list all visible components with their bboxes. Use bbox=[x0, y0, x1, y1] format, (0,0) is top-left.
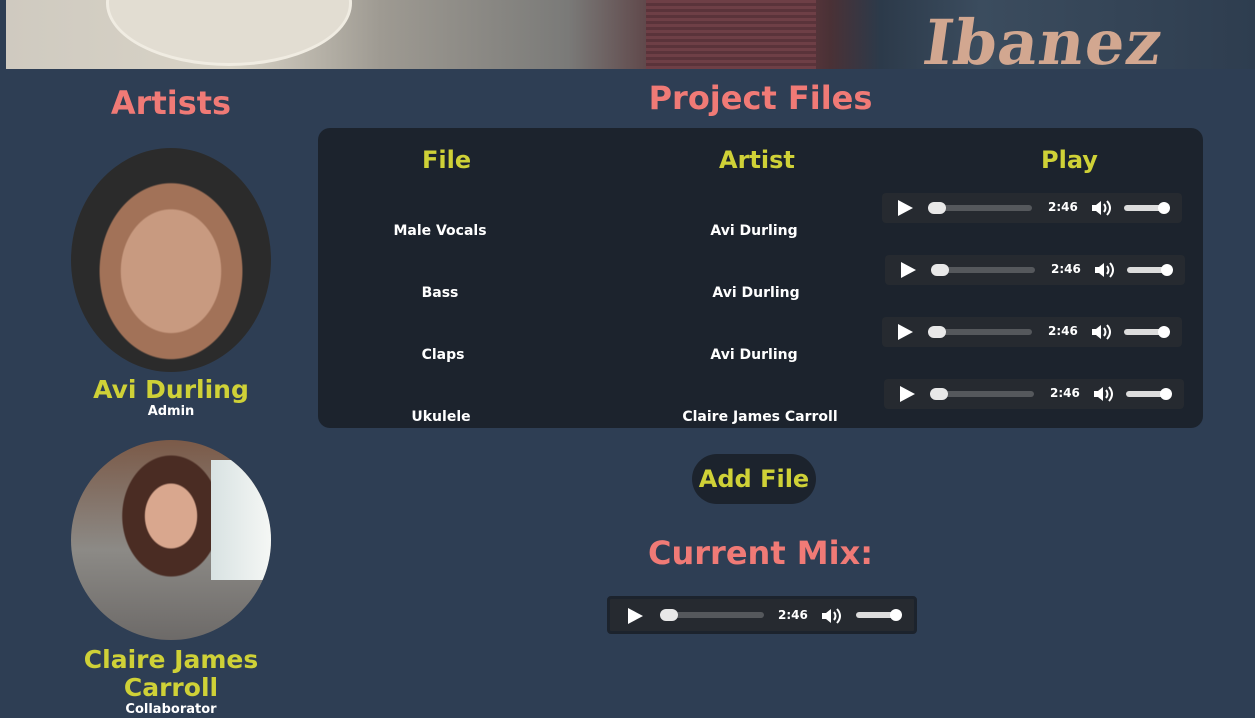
volume-handle[interactable] bbox=[1158, 202, 1170, 214]
seek-bar[interactable] bbox=[928, 326, 1032, 338]
volume-icon[interactable] bbox=[1092, 385, 1114, 403]
seek-handle[interactable] bbox=[928, 326, 946, 338]
seek-bar[interactable] bbox=[928, 202, 1032, 214]
seek-handle[interactable] bbox=[660, 609, 678, 621]
duration-label: 2:46 bbox=[1048, 324, 1078, 338]
file-artist: Avi Durling bbox=[710, 223, 798, 239]
file-name: Bass bbox=[421, 285, 459, 301]
seek-bar[interactable] bbox=[931, 264, 1035, 276]
project-main: Project Files File Artist Play Male Voca… bbox=[318, 78, 1203, 634]
play-icon[interactable] bbox=[898, 324, 913, 340]
audio-player[interactable]: 2:46 bbox=[882, 193, 1182, 223]
volume-handle[interactable] bbox=[1161, 264, 1173, 276]
banner-brand-logo: Ibanez bbox=[918, 6, 1168, 69]
volume-icon[interactable] bbox=[1093, 261, 1115, 279]
current-mix-title: Current Mix: bbox=[648, 534, 873, 572]
play-icon[interactable] bbox=[628, 608, 643, 624]
play-icon[interactable] bbox=[900, 386, 915, 402]
seek-handle[interactable] bbox=[931, 264, 949, 276]
file-artist: Avi Durling bbox=[712, 285, 800, 301]
volume-icon[interactable] bbox=[1090, 323, 1112, 341]
volume-slider[interactable] bbox=[1126, 388, 1172, 400]
project-files-table: File Artist Play Male Vocals Avi Durling… bbox=[318, 128, 1203, 428]
duration-label: 2:46 bbox=[1048, 200, 1078, 214]
banner-guitar-body bbox=[106, 0, 352, 66]
file-name: Ukulele bbox=[411, 409, 471, 425]
avatar bbox=[71, 440, 271, 640]
file-name: Claps bbox=[421, 347, 465, 363]
avatar bbox=[71, 148, 271, 372]
table-row: Claps Avi Durling 2:46 bbox=[318, 317, 1203, 374]
table-row: Male Vocals Avi Durling 2:46 bbox=[318, 193, 1203, 250]
volume-slider[interactable] bbox=[856, 609, 902, 621]
volume-handle[interactable] bbox=[1160, 388, 1172, 400]
current-mix-player[interactable]: 2:46 bbox=[607, 596, 917, 634]
volume-handle[interactable] bbox=[890, 609, 902, 621]
banner-amp-grille bbox=[646, 0, 816, 69]
header-banner-image: Ibanez bbox=[6, 0, 1255, 69]
volume-slider[interactable] bbox=[1124, 202, 1170, 214]
file-name: Male Vocals bbox=[393, 223, 487, 239]
file-artist: Claire James Carroll bbox=[682, 409, 838, 425]
volume-slider[interactable] bbox=[1127, 264, 1173, 276]
seek-bar[interactable] bbox=[930, 388, 1034, 400]
table-row: Bass Avi Durling 2:46 bbox=[318, 255, 1203, 312]
artist-name: Claire James Carroll bbox=[83, 645, 259, 702]
column-header-play: Play bbox=[1041, 146, 1098, 174]
file-artist: Avi Durling bbox=[710, 347, 798, 363]
volume-icon[interactable] bbox=[1090, 199, 1112, 217]
volume-slider[interactable] bbox=[1124, 326, 1170, 338]
play-icon[interactable] bbox=[901, 262, 916, 278]
column-header-artist: Artist bbox=[719, 146, 795, 174]
duration-label: 2:46 bbox=[778, 608, 808, 622]
project-files-title: Project Files bbox=[648, 79, 873, 117]
artists-title: Artists bbox=[110, 84, 232, 122]
artists-sidebar: Artists Avi Durling Admin Claire James C… bbox=[40, 78, 302, 718]
add-file-button[interactable]: Add File bbox=[692, 454, 816, 504]
duration-label: 2:46 bbox=[1050, 386, 1080, 400]
column-header-file: File bbox=[422, 146, 472, 174]
seek-handle[interactable] bbox=[930, 388, 948, 400]
artist-role: Admin bbox=[147, 404, 195, 419]
volume-icon[interactable] bbox=[820, 607, 842, 625]
artist-name: Avi Durling bbox=[93, 375, 249, 404]
volume-handle[interactable] bbox=[1158, 326, 1170, 338]
audio-player[interactable]: 2:46 bbox=[884, 379, 1184, 409]
audio-player[interactable]: 2:46 bbox=[882, 317, 1182, 347]
table-row: Ukulele Claire James Carroll 2:46 bbox=[318, 379, 1203, 436]
seek-bar[interactable] bbox=[660, 609, 764, 621]
audio-player[interactable]: 2:46 bbox=[885, 255, 1185, 285]
seek-handle[interactable] bbox=[928, 202, 946, 214]
artist-role: Collaborator bbox=[125, 702, 217, 717]
duration-label: 2:46 bbox=[1051, 262, 1081, 276]
play-icon[interactable] bbox=[898, 200, 913, 216]
